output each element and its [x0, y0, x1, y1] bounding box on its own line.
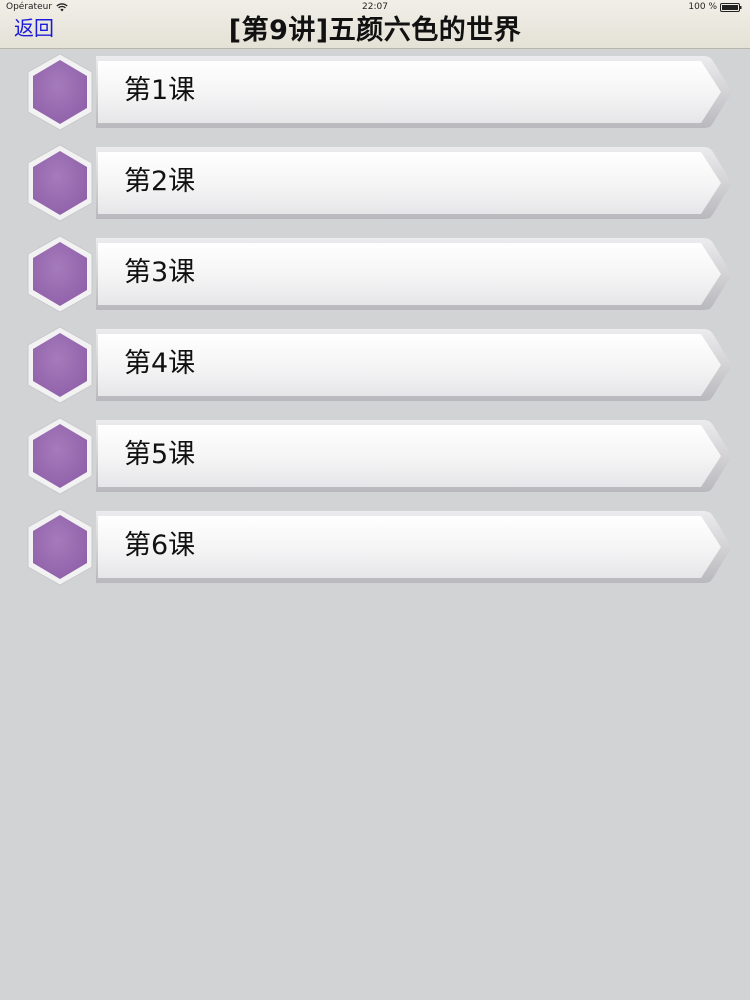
lesson-row-4[interactable]: 第4课 — [20, 325, 740, 405]
lesson-row-1[interactable]: 第1课 — [20, 52, 740, 132]
status-time: 22:07 — [362, 2, 388, 12]
lesson-row-6[interactable]: 第6课 — [20, 507, 740, 587]
lesson-row-5[interactable]: 第5课 — [20, 416, 740, 496]
lesson-label: 第2课 — [124, 166, 196, 197]
lesson-label: 第4课 — [124, 348, 196, 379]
battery-percent: 100 % — [688, 2, 717, 12]
lesson-label: 第1课 — [124, 75, 196, 106]
lesson-row-3[interactable]: 第3课 — [20, 234, 740, 314]
battery-icon — [720, 2, 742, 12]
lesson-row-2[interactable]: 第2课 — [20, 143, 740, 223]
lesson-label: 第3课 — [124, 257, 196, 288]
navigation-bar: Opérateur 22:07 100 % 返回 [第9讲]五颜六色的世界 — [0, 0, 750, 49]
page-title: [第9讲]五颜六色的世界 — [228, 15, 522, 46]
status-battery: 100 % — [688, 2, 742, 12]
lesson-label: 第6课 — [124, 530, 196, 561]
lesson-label: 第5课 — [124, 439, 196, 470]
